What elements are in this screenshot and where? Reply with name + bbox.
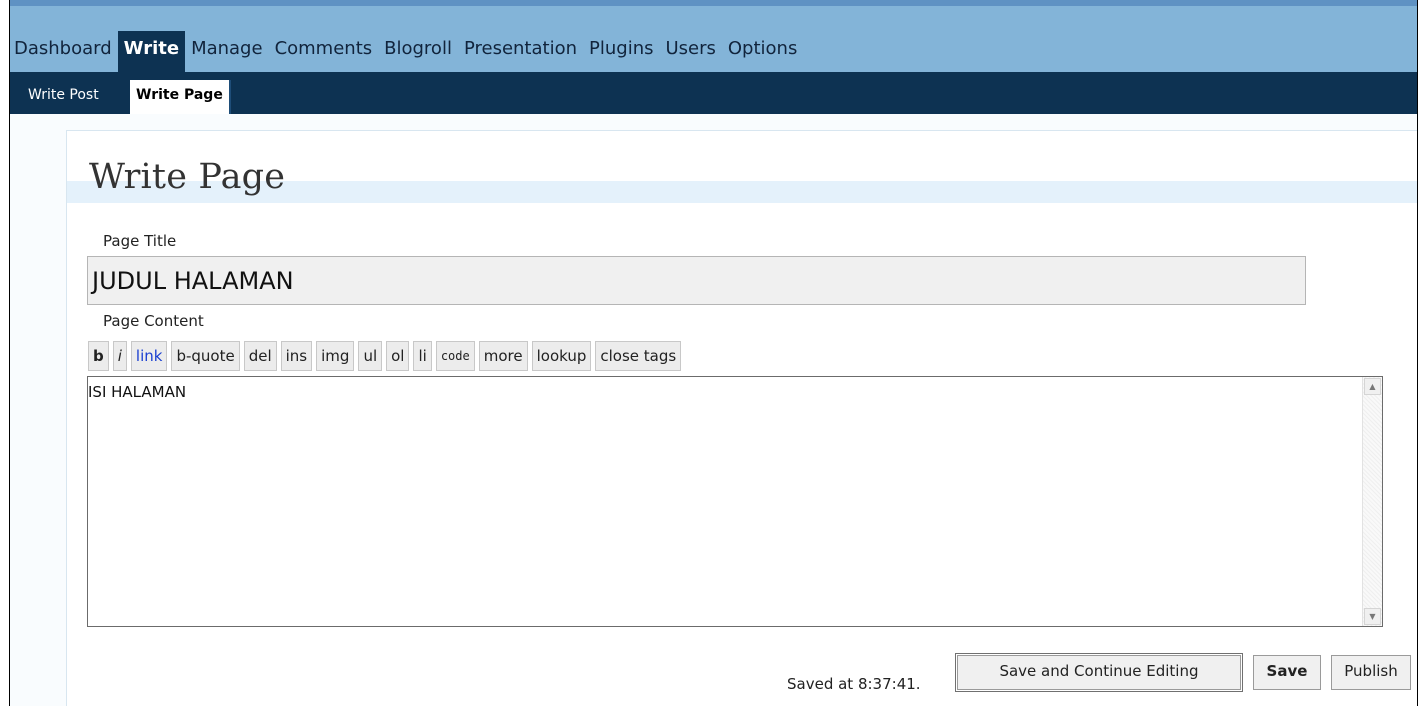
ul-button[interactable]: ul [358,341,383,371]
img-button[interactable]: img [316,341,355,371]
more-button[interactable]: more [478,341,528,371]
nav-comments[interactable]: Comments [269,31,379,72]
main-nav: Dashboard Write Manage Comments Blogroll… [10,6,1417,72]
page-content-text[interactable]: ISI HALAMAN [88,383,186,401]
nav-blogroll[interactable]: Blogroll [378,31,458,72]
code-button[interactable]: code [435,341,475,371]
nav-write[interactable]: Write [117,31,186,72]
nav-options[interactable]: Options [722,31,803,72]
admin-window: Dashboard Write Manage Comments Blogroll… [9,0,1418,706]
ins-button[interactable]: ins [280,341,313,371]
bold-button[interactable]: b [88,341,109,371]
page-title-label: Page Title [103,232,177,250]
nav-dashboard[interactable]: Dashboard [10,31,118,72]
write-page-panel: Write Page Page Title JUDUL HALAMAN Page… [66,130,1417,706]
page-content-label: Page Content [103,312,204,330]
subnav-write-page[interactable]: Write Page [130,80,231,114]
lookup-button[interactable]: lookup [531,341,592,371]
li-button[interactable]: li [413,341,432,371]
quicktags-toolbar: b i link b-quote del ins img ul ol li co… [88,341,682,371]
nav-users[interactable]: Users [659,31,721,72]
italic-button[interactable]: i [112,341,127,371]
page-content-textarea[interactable]: ISI HALAMAN ▲ ▼ [87,376,1383,627]
autosave-status: Saved at 8:37:41. [787,675,921,693]
del-button[interactable]: del [243,341,277,371]
nav-presentation[interactable]: Presentation [458,31,583,72]
arrow-down-icon[interactable]: ▼ [1364,608,1381,625]
link-button[interactable]: link [130,341,168,371]
editor-scrollbar[interactable]: ▲ ▼ [1362,377,1382,626]
nav-plugins[interactable]: Plugins [583,31,659,72]
nav-manage[interactable]: Manage [185,31,269,72]
save-and-continue-button[interactable]: Save and Continue Editing [955,653,1243,692]
close-tags-button[interactable]: close tags [595,341,682,371]
blockquote-button[interactable]: b-quote [171,341,240,371]
ol-button[interactable]: ol [386,341,410,371]
arrow-up-icon[interactable]: ▲ [1364,378,1381,395]
subnav-write-post[interactable]: Write Post [28,80,99,114]
sub-nav: Write Post Write Page [10,72,1417,114]
page-title: Write Page [89,157,286,197]
save-button[interactable]: Save [1253,655,1321,690]
page-title-input[interactable]: JUDUL HALAMAN [87,256,1306,305]
publish-button[interactable]: Publish [1331,655,1411,690]
